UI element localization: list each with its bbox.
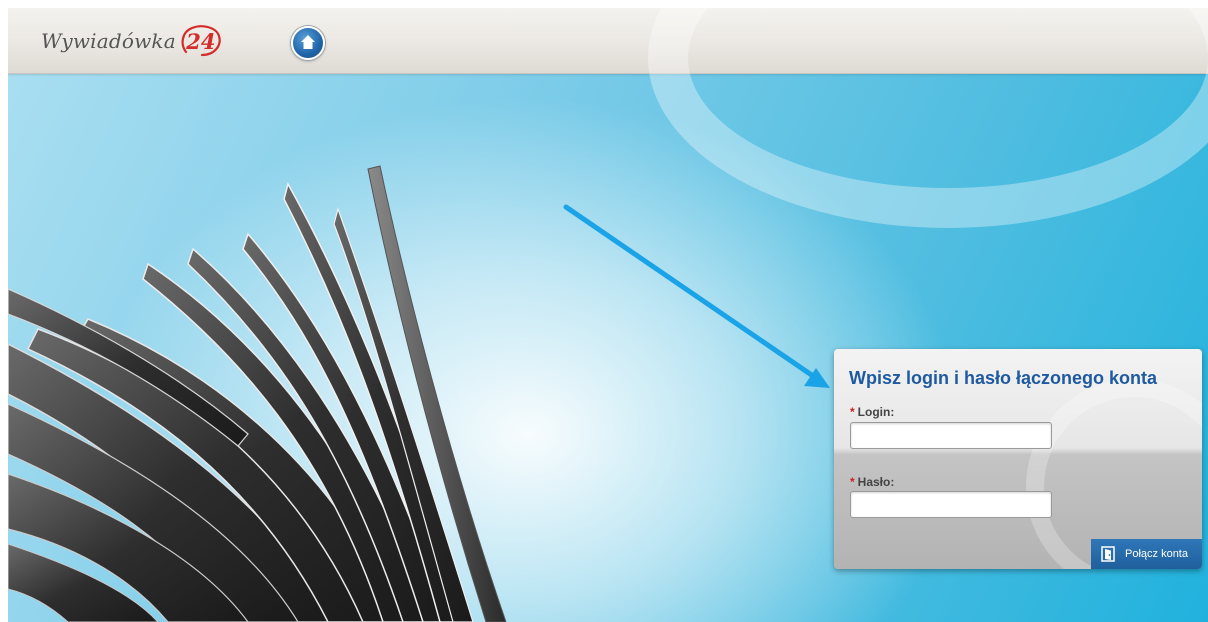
login-label-text: Login:: [857, 405, 895, 419]
logo-text: Wywiadówka: [41, 29, 176, 53]
password-label: * Hasło:: [850, 475, 894, 489]
login-field[interactable]: [850, 422, 1052, 449]
page-frame: Wywiadówka 24 Wpisz login i hasło łączon…: [8, 8, 1208, 622]
home-icon: [301, 35, 315, 49]
login-panel: Wpisz login i hasło łączonego konta * Log…: [834, 349, 1202, 569]
connect-accounts-label: Połącz konta: [1125, 548, 1188, 560]
logo[interactable]: Wywiadówka 24: [41, 21, 224, 61]
panel-title: Wpisz login i hasło łączonego konta: [849, 368, 1158, 388]
password-field[interactable]: [850, 491, 1052, 518]
logo-number: 24: [186, 28, 216, 54]
required-marker: *: [850, 405, 855, 419]
login-label: * Login:: [850, 405, 894, 419]
password-label-text: Hasło:: [857, 475, 895, 489]
required-marker: *: [850, 475, 855, 489]
home-button[interactable]: [291, 26, 325, 60]
door-icon: [1101, 546, 1115, 562]
top-bar: Wywiadówka 24: [8, 8, 1208, 228]
connect-accounts-button[interactable]: Połącz konta: [1091, 539, 1202, 569]
logo-badge: 24: [178, 24, 224, 58]
